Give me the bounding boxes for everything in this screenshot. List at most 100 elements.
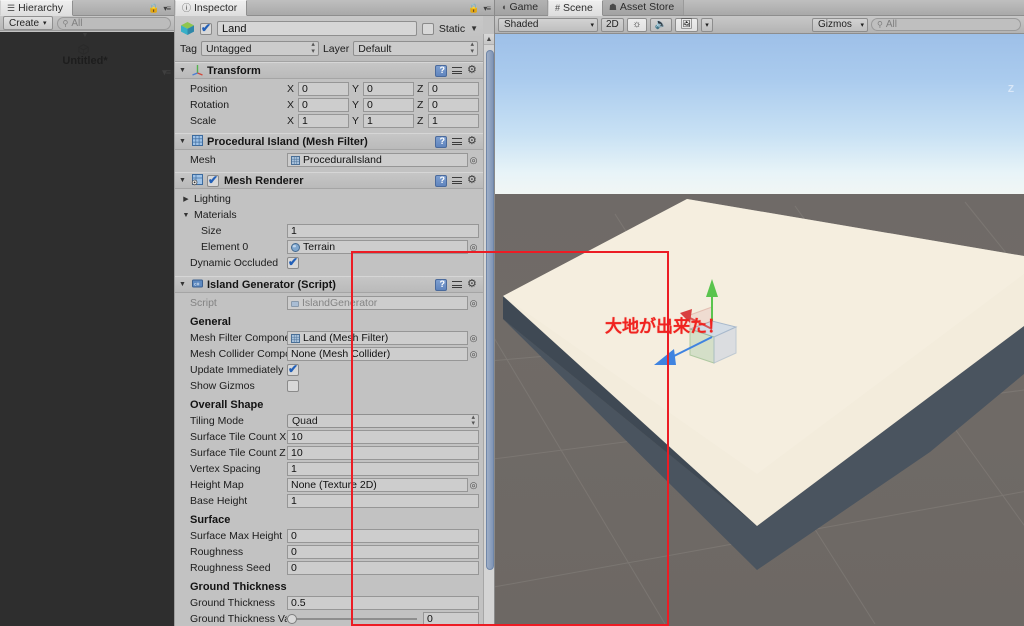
help-icon[interactable] [435,278,447,291]
layer-dropdown[interactable]: Default ▴ ▾ [353,41,478,56]
scene-panel: ◖ Game # Scene ☗ Asset Store Shaded ▾ 2D… [495,0,1024,626]
static-chevron-down-icon[interactable]: ▼ [470,24,478,33]
object-picker-icon[interactable]: ◎ [468,155,479,166]
tiling-mode-dropdown[interactable]: Quad ▴ ▾ [287,414,479,428]
hierarchy-options-icon[interactable]: ▾≡ [163,4,171,13]
surface-tile-count-z-row: Surface Tile Count Z 10 [179,445,479,461]
preset-icon[interactable] [451,65,463,77]
preset-icon[interactable] [451,175,463,187]
toggle-fx-button[interactable]: 🖼 [675,17,698,32]
chevron-down-icon[interactable]: ▼ [177,177,188,184]
scale-y-field[interactable]: 1 [363,114,414,128]
field-value: 1 [432,115,438,127]
roughness-seed-field[interactable]: 0 [287,561,479,575]
ground-thickness-variation-slider[interactable] [287,614,417,624]
create-button[interactable]: Create ▾ [3,16,53,30]
roughness-field[interactable]: 0 [287,545,479,559]
scene-viewport[interactable]: Z 大地が出来た！ [495,34,1024,626]
component-header-mesh-filter[interactable]: ▼ Procedural Island (Mesh Filter) [175,133,483,150]
scene-annotation-text: 大地が出来た！ [605,317,724,337]
mesh-renderer-enabled-checkbox[interactable] [207,173,219,187]
surface-tile-count-x-field[interactable]: 10 [287,430,479,444]
inspector-scrollbar[interactable]: ▲ [483,34,494,626]
hierarchy-search-input[interactable]: ⚲ All [56,16,171,30]
chevron-down-icon[interactable]: ▼ [177,67,188,74]
lock-icon[interactable]: 🔒 [468,3,479,14]
surface-max-height-field[interactable]: 0 [287,529,479,543]
field-value: 0 [302,83,308,95]
component-body-mesh-renderer: ▶ Lighting ▼ Materials Size 1 Element 0 [175,189,483,275]
mesh-collider-component-field[interactable]: None (Mesh Collider) [287,347,468,361]
position-y-field[interactable]: 0 [363,82,414,96]
tab-inspector[interactable]: ⓘ Inspector [175,0,248,16]
toggle-audio-button[interactable]: 🔈 [649,17,673,32]
dynamic-occluded-checkbox[interactable] [287,255,299,269]
materials-foldout[interactable]: ▼ Materials [179,207,479,223]
draw-mode-dropdown[interactable]: Shaded ▾ [498,17,598,32]
scene-options-icon[interactable]: ▾≡ [162,67,171,78]
component-header-transform[interactable]: ▼ Transform [175,62,483,79]
gear-icon[interactable] [467,277,479,291]
rotation-z-field[interactable]: 0 [428,98,479,112]
position-x-field[interactable]: 0 [298,82,349,96]
gear-icon[interactable] [467,134,479,148]
tag-dropdown[interactable]: Untagged ▴ ▾ [200,41,319,56]
show-gizmos-checkbox[interactable] [287,380,299,392]
scale-x-field[interactable]: 1 [298,114,349,128]
preset-icon[interactable] [451,279,463,291]
component-header-island-generator[interactable]: ▼ c# Island Generator (Script) [175,276,483,293]
static-checkbox[interactable] [421,22,434,35]
hierarchy-scene-row[interactable]: ▼ Untitled* ▾≡ [0,32,174,626]
chevron-down-icon[interactable]: ▼ [177,281,188,288]
svg-text:c#: c# [194,281,200,287]
tab-hierarchy[interactable]: ☰ Hierarchy [0,0,74,16]
surface-tile-count-z-field[interactable]: 10 [287,446,479,460]
gear-icon[interactable] [467,173,479,187]
help-icon[interactable] [435,174,447,187]
help-icon[interactable] [435,135,447,148]
tab-asset-store[interactable]: ☗ Asset Store [602,0,685,15]
scrollbar-thumb[interactable] [486,50,494,570]
inspector-options-icon[interactable]: ▾≡ [483,4,491,13]
rotation-y-field[interactable]: 0 [363,98,414,112]
scene-search-input[interactable]: ⚲ All [871,18,1021,31]
row-label: Rotation [190,99,230,111]
update-immediately-checkbox[interactable] [287,362,299,376]
height-map-field[interactable]: None (Texture 2D) [287,478,468,492]
materials-size-field[interactable]: 1 [287,224,479,238]
gameobject-name-field[interactable]: Land [217,21,417,36]
scale-z-field[interactable]: 1 [428,114,479,128]
chevron-right-icon: ▶ [183,196,189,203]
ground-thickness-variation-value-field[interactable]: 0 [423,612,479,626]
slider-handle[interactable] [287,614,297,624]
base-height-field[interactable]: 1 [287,494,479,508]
mesh-object-field[interactable]: ProceduralIsland [287,153,468,167]
mesh-filter-component-field[interactable]: Land (Mesh Filter) [287,331,468,345]
position-z-field[interactable]: 0 [428,82,479,96]
preset-icon[interactable] [451,136,463,148]
gameobject-enabled-checkbox[interactable] [200,21,212,35]
chevron-down-icon[interactable]: ▼ [177,138,188,145]
object-picker-icon[interactable]: ◎ [468,349,479,360]
lock-icon[interactable]: 🔒 [148,3,159,14]
component-header-mesh-renderer[interactable]: ▼ Mesh Renderer [175,172,483,189]
chevron-down-icon[interactable]: ▼ [79,32,91,44]
gear-icon[interactable] [467,63,479,77]
toggle-2d-button[interactable]: 2D [601,17,624,32]
tab-scene[interactable]: # Scene [548,0,603,16]
fx-dropdown-button[interactable]: ▾ [700,17,713,32]
scroll-up-icon[interactable]: ▲ [484,34,494,45]
tab-game[interactable]: ◖ Game [495,0,549,15]
vertex-spacing-field[interactable]: 1 [287,462,479,476]
object-picker-icon[interactable]: ◎ [468,242,479,253]
material-object-field[interactable]: Terrain [287,240,468,254]
help-icon[interactable] [435,64,447,77]
hierarchy-tree[interactable]: ▼ Untitled* ▾≡ Main Camera [0,31,174,626]
lighting-foldout[interactable]: ▶ Lighting [179,191,479,207]
gizmos-dropdown[interactable]: Gizmos ▾ [812,17,868,32]
object-picker-icon[interactable]: ◎ [468,480,479,491]
rotation-x-field[interactable]: 0 [298,98,349,112]
object-picker-icon[interactable]: ◎ [468,333,479,344]
ground-thickness-field[interactable]: 0.5 [287,596,479,610]
toggle-lighting-button[interactable]: ☼ [626,17,647,32]
